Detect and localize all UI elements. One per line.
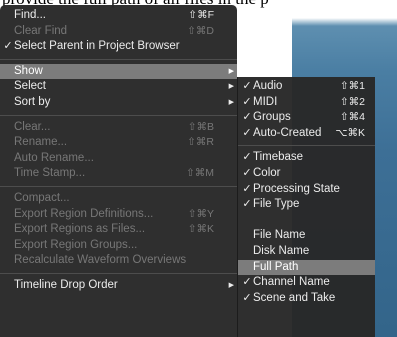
keyboard-shortcut: ⇧⌘D <box>187 24 214 37</box>
show-item-file-type[interactable]: ✓ File Type <box>238 197 375 213</box>
show-item-timebase[interactable]: ✓ Timebase <box>238 150 375 166</box>
show-item-auto-created[interactable]: ✓ Auto-Created ⌥⌘K <box>238 126 375 142</box>
menu-item-timeline-drop-order[interactable]: Timeline Drop Order ▶ <box>0 278 237 294</box>
menu-item-label: Scene and Take <box>253 291 336 304</box>
menu-item-label: MIDI <box>253 95 278 108</box>
show-item-audio[interactable]: ✓ Audio ⇧⌘1 <box>238 79 375 95</box>
region-list-menu: Find... ⇧⌘F Clear Find ⇧⌘D ✓ Select Parent in… <box>0 5 237 337</box>
keyboard-shortcut: ⇧⌘R <box>187 136 214 149</box>
show-item-processing-state[interactable]: ✓ Processing State <box>238 182 375 198</box>
submenu-arrow-icon: ▶ <box>228 67 234 75</box>
menu-item-clear: Clear... ⇧⌘B <box>0 120 237 136</box>
checkmark-icon: ✓ <box>3 40 13 53</box>
menu-item-label: Export Region Groups... <box>14 238 138 251</box>
keyboard-shortcut: ⇧⌘F <box>188 9 214 21</box>
checkmark-icon: ✓ <box>242 80 252 92</box>
menu-item-label: Color <box>253 166 281 179</box>
menu-separator <box>0 55 237 64</box>
menu-item-label: Timebase <box>253 151 304 164</box>
menu-item-label: Rename... <box>14 136 68 149</box>
menu-item-label: File Name <box>253 229 306 242</box>
menu-item-select[interactable]: Select ▶ <box>0 79 237 95</box>
menu-item-label: Audio <box>253 80 283 92</box>
keyboard-shortcut: ⇧⌘2 <box>339 95 365 108</box>
checkmark-icon: ✓ <box>242 291 252 304</box>
menu-item-label: Channel Name <box>253 276 330 289</box>
menu-separator <box>238 141 375 150</box>
menu-separator <box>0 269 237 278</box>
show-item-color[interactable]: ✓ Color <box>238 166 375 182</box>
menu-item-label: Recalculate Waveform Overviews <box>14 254 187 267</box>
show-submenu: ✓ Audio ⇧⌘1 ✓ MIDI ⇧⌘2 ✓ Groups ⇧⌘4 ✓ Auto-Created… <box>237 77 375 337</box>
menu-item-label: Show <box>14 64 43 77</box>
menu-item-export-region-definitions: Export Region Definitions... ⇧⌘Y <box>0 207 237 223</box>
keyboard-shortcut: ⌥⌘K <box>335 126 365 139</box>
menu-item-label: Select Parent in Project Browser <box>14 40 180 53</box>
show-item-groups[interactable]: ✓ Groups ⇧⌘4 <box>238 110 375 126</box>
menu-item-export-regions-as-files: Export Regions as Files... ⇧⌘K <box>0 222 237 238</box>
menu-item-label: Disk Name <box>253 244 310 257</box>
show-item-full-path[interactable]: Full Path <box>238 259 375 276</box>
keyboard-shortcut: ⇧⌘4 <box>339 111 365 124</box>
menu-item-label: Export Region Definitions... <box>14 207 154 220</box>
menu-item-label: Clear Find <box>14 24 68 37</box>
checkmark-icon: ✓ <box>242 166 252 179</box>
checkmark-icon: ✓ <box>242 111 252 124</box>
checkmark-icon: ✓ <box>242 276 252 289</box>
checkmark-icon: ✓ <box>242 198 252 211</box>
submenu-arrow-icon: ▶ <box>228 98 234 106</box>
show-item-disk-name[interactable]: Disk Name <box>238 244 375 260</box>
menu-item-rename: Rename... ⇧⌘R <box>0 135 237 151</box>
show-item-channel-name[interactable]: ✓ Channel Name <box>238 275 375 291</box>
menu-item-label: Full Path <box>253 260 299 273</box>
submenu-arrow-icon: ▶ <box>228 83 234 91</box>
checkmark-icon: ✓ <box>242 182 252 195</box>
menu-separator <box>0 182 237 191</box>
menu-item-label: Find... <box>14 9 46 21</box>
menu-item-compact: Compact... <box>0 191 237 207</box>
menu-separator <box>0 111 237 120</box>
checkmark-icon: ✓ <box>242 126 252 139</box>
menu-item-sort-by[interactable]: Sort by ▶ <box>0 95 237 111</box>
keyboard-shortcut: ⇧⌘K <box>187 223 214 236</box>
checkmark-icon: ✓ <box>242 95 252 108</box>
menu-item-label: Processing State <box>253 182 340 195</box>
menu-item-show[interactable]: Show ▶ <box>0 63 237 80</box>
menu-item-label: File Type <box>253 198 300 211</box>
show-item-midi[interactable]: ✓ MIDI ⇧⌘2 <box>238 95 375 111</box>
menu-item-label: Time Stamp... <box>14 167 86 180</box>
menu-item-label: Compact... <box>14 191 70 204</box>
menu-item-select-parent-in-project-browser[interactable]: ✓ Select Parent in Project Browser <box>0 39 237 55</box>
menu-item-clear-find: Clear Find ⇧⌘D <box>0 24 237 40</box>
submenu-arrow-icon: ▶ <box>228 281 234 289</box>
show-item-file-name[interactable]: File Name <box>238 228 375 244</box>
keyboard-shortcut: ⇧⌘M <box>185 167 214 180</box>
checkmark-icon: ✓ <box>242 151 252 164</box>
menu-item-label: Auto Rename... <box>14 151 94 164</box>
show-item-scene-and-take[interactable]: ✓ Scene and Take <box>238 291 375 307</box>
menu-item-label: Auto-Created <box>253 126 322 139</box>
menu-spacer <box>238 213 375 229</box>
menu-item-label: Select <box>14 80 46 93</box>
menu-item-label: Timeline Drop Order <box>14 278 118 291</box>
menu-item-label: Sort by <box>14 95 51 108</box>
keyboard-shortcut: ⇧⌘B <box>187 120 214 133</box>
menu-item-time-stamp: Time Stamp... ⇧⌘M <box>0 166 237 182</box>
keyboard-shortcut: ⇧⌘Y <box>187 207 214 220</box>
menu-item-auto-rename: Auto Rename... <box>0 151 237 167</box>
keyboard-shortcut: ⇧⌘1 <box>339 80 365 92</box>
menu-item-export-region-groups: Export Region Groups... <box>0 238 237 254</box>
menu-item-find[interactable]: Find... ⇧⌘F <box>0 8 237 24</box>
menu-item-recalculate-waveform-overviews: Recalculate Waveform Overviews <box>0 253 237 269</box>
menu-item-label: Export Regions as Files... <box>14 223 146 236</box>
menu-item-label: Groups <box>253 111 291 124</box>
menu-item-label: Clear... <box>14 120 51 133</box>
